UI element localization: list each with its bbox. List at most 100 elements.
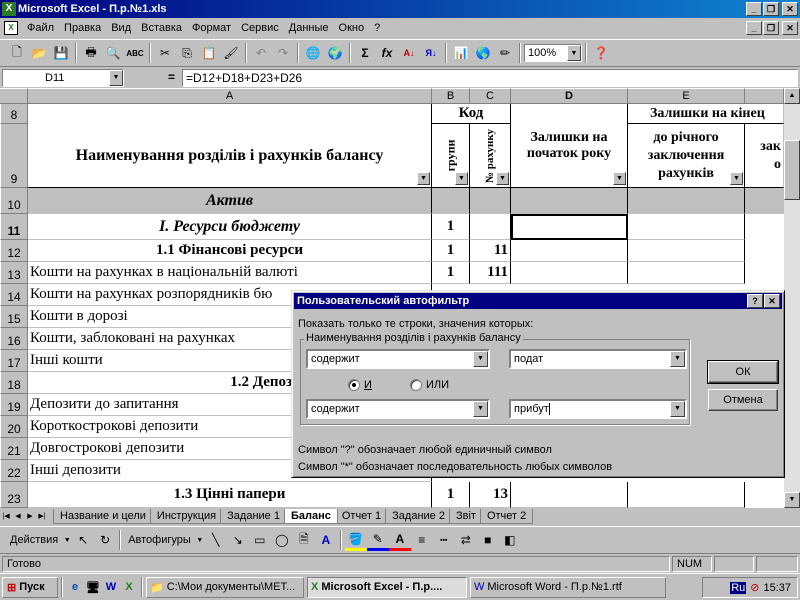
row-header[interactable]: 22: [0, 460, 28, 482]
cell-e13[interactable]: [628, 262, 745, 284]
sort-descending-icon[interactable]: Я↓: [420, 42, 442, 64]
copy-icon[interactable]: ⎘: [176, 42, 198, 64]
and-radio[interactable]: [348, 379, 360, 391]
cell-e23[interactable]: [628, 482, 745, 508]
cell-b10[interactable]: [432, 188, 470, 214]
menu-insert[interactable]: Вставка: [136, 22, 187, 34]
doc-restore-button[interactable]: ❐: [763, 21, 779, 35]
cell-a10[interactable]: Актив: [28, 188, 432, 214]
vertical-scrollbar[interactable]: ▲ ▼: [784, 88, 800, 508]
text-box-icon[interactable]: 🗎: [293, 529, 315, 551]
cell-c23[interactable]: 13: [470, 482, 511, 508]
or-radio[interactable]: [410, 379, 422, 391]
row-header[interactable]: 18: [0, 372, 28, 394]
doc-close-button[interactable]: ✕: [782, 21, 798, 35]
header-after-cell[interactable]: зак о: [745, 124, 784, 188]
clock[interactable]: 15:37: [763, 582, 791, 594]
chart-wizard-icon[interactable]: 📊: [450, 42, 472, 64]
restore-button[interactable]: ❐: [763, 2, 779, 16]
row-header[interactable]: 17: [0, 350, 28, 372]
chevron-down-icon[interactable]: ▼: [473, 351, 488, 367]
value1-combo[interactable]: подат ▼: [509, 349, 687, 369]
header-name-cell[interactable]: Наименування розділів і рахунків балансу: [28, 104, 432, 188]
chevron-down-icon[interactable]: ▼: [109, 70, 123, 86]
next-sheet-icon[interactable]: ▶: [24, 510, 36, 524]
web-toolbar-icon[interactable]: 🌍: [324, 42, 346, 64]
header-start-balance-cell[interactable]: Залишки на початок року: [511, 104, 628, 188]
column-header-c[interactable]: C: [470, 88, 511, 104]
header-before-cell[interactable]: до річного заключення рахунків: [628, 124, 745, 188]
new-file-icon[interactable]: 🗋: [6, 42, 28, 64]
task-explorer[interactable]: 📁 C:\Мои документы\МЕТ...: [146, 576, 304, 598]
menu-help[interactable]: ?: [369, 22, 385, 34]
operator1-select[interactable]: содержит ▼: [306, 349, 490, 369]
value2-combo[interactable]: прибут ▼: [509, 399, 687, 419]
internet-explorer-icon[interactable]: e: [66, 578, 84, 596]
redo-icon[interactable]: ↷: [272, 42, 294, 64]
cell-f10[interactable]: [745, 188, 784, 214]
row-header[interactable]: 13: [0, 262, 28, 284]
column-header-a[interactable]: A: [28, 88, 432, 104]
excel-app-icon[interactable]: X: [2, 2, 16, 16]
cell-d13[interactable]: [511, 262, 628, 284]
autofilter-dropdown-icon[interactable]: ▼: [455, 172, 468, 185]
3d-icon[interactable]: ◧: [499, 529, 521, 551]
menu-edit[interactable]: Правка: [59, 22, 106, 34]
dropdown-arrow-icon[interactable]: ▼: [62, 529, 72, 551]
chevron-down-icon[interactable]: ▼: [473, 401, 488, 417]
row-header[interactable]: 23: [0, 482, 28, 508]
equals-sign[interactable]: =: [168, 70, 175, 84]
column-header-d[interactable]: D: [511, 88, 628, 104]
row-header[interactable]: 20: [0, 416, 28, 438]
cell-e12[interactable]: [628, 240, 745, 262]
autofilter-dropdown-icon[interactable]: ▼: [730, 172, 743, 185]
chevron-down-icon[interactable]: ▼: [670, 351, 685, 367]
name-box[interactable]: D11 ▼: [2, 69, 124, 87]
chevron-down-icon[interactable]: ▼: [567, 45, 581, 61]
cell-a12[interactable]: 1.1 Фінансові ресурси: [28, 240, 432, 262]
column-header-f[interactable]: [745, 88, 784, 104]
first-sheet-icon[interactable]: |◀: [0, 510, 12, 524]
dash-style-icon[interactable]: ┅: [433, 529, 455, 551]
desktop-icon[interactable]: 🖥: [84, 578, 102, 596]
row-header[interactable]: 8: [0, 104, 28, 124]
cell-d10[interactable]: [511, 188, 628, 214]
menu-format[interactable]: Формат: [187, 22, 236, 34]
scroll-up-icon[interactable]: ▲: [784, 88, 800, 104]
sheet-tab[interactable]: Название и цели: [53, 509, 153, 524]
sheet-tab[interactable]: Звіт: [448, 509, 483, 524]
row-header[interactable]: 11: [0, 214, 28, 240]
sheet-tab[interactable]: Задание 1: [220, 509, 287, 524]
cut-icon[interactable]: ✂: [154, 42, 176, 64]
sheet-tab[interactable]: Инструкция: [149, 509, 224, 524]
cell-d23[interactable]: [511, 482, 628, 508]
oval-icon[interactable]: ◯: [271, 529, 293, 551]
task-excel[interactable]: X Microsoft Excel - П.р....: [307, 576, 467, 598]
menu-window[interactable]: Окно: [334, 22, 370, 34]
font-color-icon[interactable]: A: [388, 529, 411, 551]
menu-data[interactable]: Данные: [284, 22, 334, 34]
and-label[interactable]: И: [364, 379, 372, 391]
chevron-down-icon[interactable]: ▼: [670, 401, 685, 417]
fill-color-icon[interactable]: 🪣: [344, 529, 367, 551]
cell-b11[interactable]: 1: [432, 214, 470, 240]
or-label[interactable]: ИЛИ: [426, 379, 449, 391]
row-header[interactable]: 19: [0, 394, 28, 416]
autoshapes-menu[interactable]: Автофигуры: [124, 534, 195, 546]
paste-icon[interactable]: 📋: [198, 42, 220, 64]
language-indicator[interactable]: Ru: [730, 581, 747, 594]
menu-tools[interactable]: Сервис: [236, 22, 284, 34]
cell-a23[interactable]: 1.3 Цінні папери: [28, 482, 432, 508]
cell-a13[interactable]: Кошти на рахунках в національній валюті: [28, 262, 432, 284]
cell-e11[interactable]: [628, 214, 745, 240]
select-objects-icon[interactable]: ↖: [72, 529, 94, 551]
minimize-button[interactable]: _: [746, 2, 762, 16]
doc-minimize-button[interactable]: _: [746, 21, 762, 35]
line-icon[interactable]: ╲: [205, 529, 227, 551]
actions-menu[interactable]: Действия: [6, 534, 62, 546]
dialog-help-button[interactable]: ?: [747, 294, 763, 308]
column-header-b[interactable]: B: [432, 88, 470, 104]
formula-input[interactable]: =D12+D18+D23+D26: [182, 69, 798, 87]
close-button[interactable]: ✕: [782, 2, 798, 16]
sheet-tab[interactable]: Отчет 2: [479, 509, 534, 524]
